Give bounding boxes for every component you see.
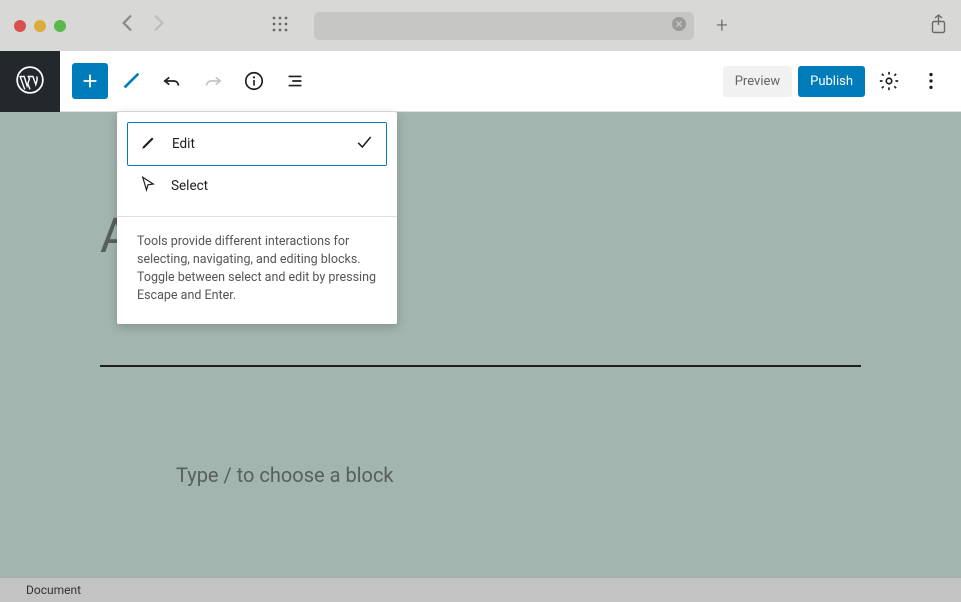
clear-url-icon[interactable] [672,17,686,35]
separator-block[interactable] [100,365,861,367]
tool-option-select[interactable]: Select [127,166,387,206]
settings-button[interactable] [871,63,907,99]
new-tab-button[interactable]: + [716,14,728,38]
tool-option-edit[interactable]: Edit [127,122,387,166]
publish-button[interactable]: Publish [798,66,865,97]
list-view-button[interactable] [277,63,313,99]
url-bar[interactable] [314,12,694,40]
wp-admin-bar[interactable] [0,51,60,112]
apps-grid-icon[interactable] [272,16,288,36]
tools-dropdown: Edit Select Tools provide different inte… [117,112,397,324]
undo-button[interactable] [154,63,190,99]
checkmark-icon [354,132,374,156]
pencil-icon [140,133,158,155]
footer-breadcrumb-bar: Document [0,577,961,602]
share-icon[interactable] [930,14,947,38]
more-options-button[interactable] [913,63,949,99]
cursor-icon [139,175,157,197]
block-appender-placeholder[interactable]: Type / to choose a block [176,463,394,487]
maximize-window-button[interactable] [54,20,66,32]
back-button[interactable] [114,11,140,40]
editor-toolbar: Preview Publish [60,51,961,112]
wordpress-logo-icon [16,66,44,98]
info-button[interactable] [236,63,272,99]
tools-button[interactable] [113,63,149,99]
close-window-button[interactable] [14,20,26,32]
tool-option-edit-label: Edit [172,136,195,152]
footer-breadcrumb[interactable]: Document [26,583,81,597]
tool-option-select-label: Select [171,178,208,194]
tool-description: Tools provide different interactions for… [117,216,397,324]
browser-chrome: + [0,0,961,51]
add-block-button[interactable] [72,63,108,99]
window-controls [14,20,66,32]
minimize-window-button[interactable] [34,20,46,32]
forward-button[interactable] [146,11,172,40]
redo-button[interactable] [195,63,231,99]
preview-button[interactable]: Preview [723,66,792,97]
browser-nav [114,11,172,40]
